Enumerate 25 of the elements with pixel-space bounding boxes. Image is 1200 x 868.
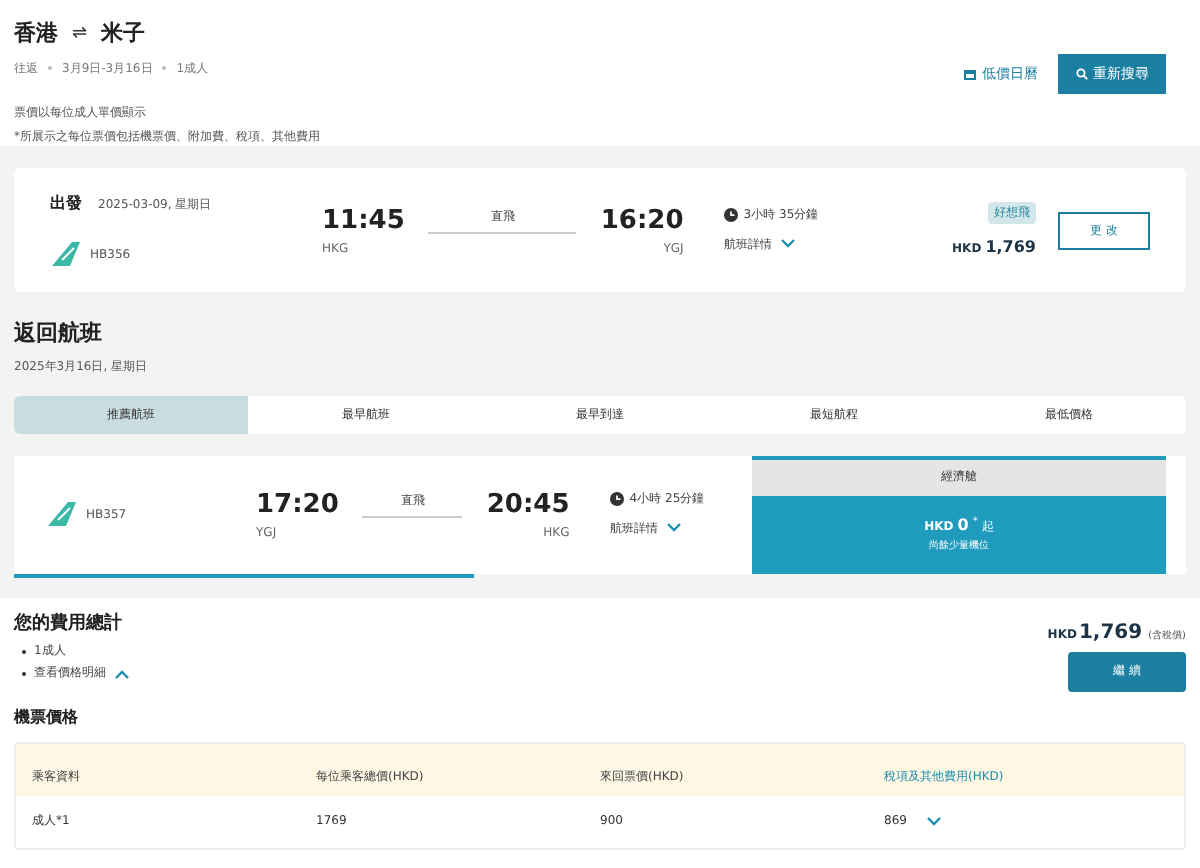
chevron-up-icon[interactable] — [114, 667, 130, 679]
fares-title: 機票價格 — [14, 705, 80, 729]
origin-city: 香港 — [14, 18, 58, 50]
search-icon — [1075, 68, 1087, 80]
tail-logo-icon — [50, 240, 82, 268]
arrive-time: 16:20 — [600, 203, 684, 240]
clock-icon — [609, 491, 624, 506]
return-title: 返回航班 — [14, 318, 104, 350]
calendar-icon — [964, 68, 976, 80]
destination-city: 米子 — [101, 18, 146, 50]
arrive-time: 20:45 — [486, 487, 570, 524]
depart-time: 11:45 — [322, 203, 405, 240]
clock-icon — [723, 207, 738, 222]
chevron-down-icon[interactable] — [779, 238, 796, 251]
swap-icon: ⇌ — [72, 21, 88, 48]
summary-title: 您的費用總計 — [14, 611, 124, 637]
chevron-down-icon[interactable] — [665, 522, 682, 535]
fare-price: 1,769 — [985, 235, 1036, 259]
total-price: 1,769 — [1078, 619, 1143, 647]
route-line — [362, 515, 463, 518]
chevron-down-icon[interactable] — [926, 815, 943, 827]
departure-label: 出發 — [50, 192, 82, 216]
fare-price: 0 — [957, 513, 969, 538]
depart-time: 17:20 — [256, 487, 339, 524]
tail-logo-icon — [46, 500, 78, 528]
